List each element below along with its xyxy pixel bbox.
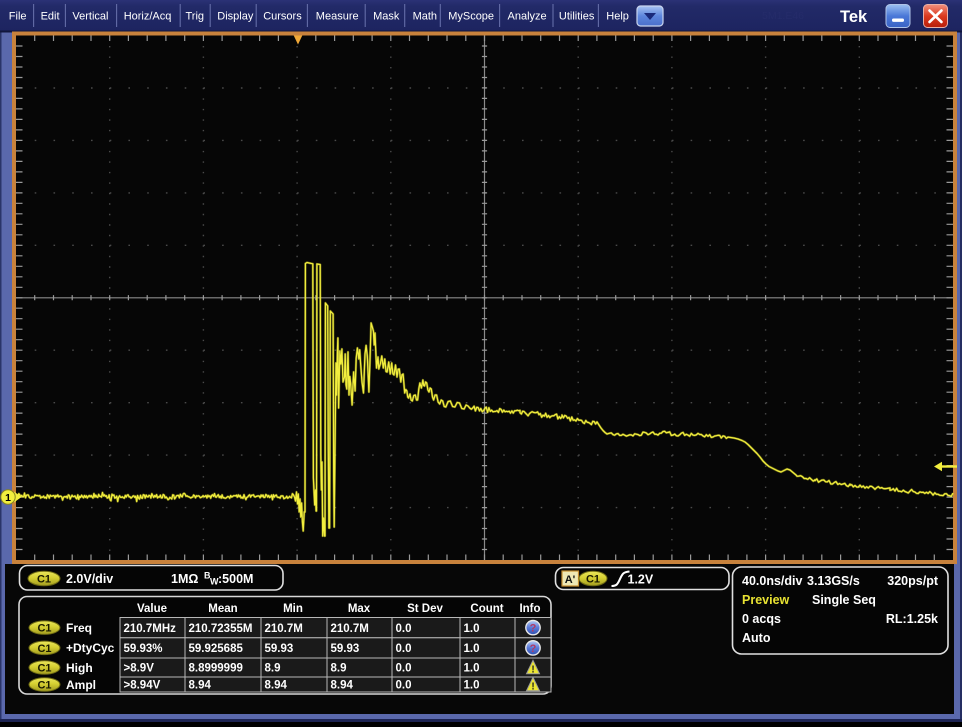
svg-text:Utilities: Utilities (559, 11, 595, 23)
svg-text:Tek: Tek (840, 8, 868, 26)
svg-text:Auto: Auto (742, 631, 771, 645)
svg-text:59.93%: 59.93% (124, 643, 163, 655)
svg-text:Single Seq: Single Seq (812, 593, 876, 607)
svg-text:File: File (9, 11, 27, 23)
svg-text:0.0: 0.0 (396, 623, 412, 635)
svg-text:5M1.E46: 5M1.E46 (762, 10, 804, 22)
svg-text:?: ? (530, 623, 537, 635)
svg-text:Analyze: Analyze (508, 11, 547, 23)
svg-text:210.7MHz: 210.7MHz (124, 623, 177, 635)
svg-text:Info: Info (519, 603, 540, 615)
svg-text:!: ! (531, 681, 534, 692)
svg-text:210.72355M: 210.72355M (189, 623, 253, 635)
svg-text:1.0: 1.0 (464, 643, 480, 655)
svg-text:2.0V/div: 2.0V/div (66, 572, 113, 586)
svg-text:0.0: 0.0 (396, 663, 412, 675)
svg-text:High: High (66, 661, 93, 675)
svg-text:C1: C1 (37, 573, 51, 585)
svg-text:RL:1.25k: RL:1.25k (886, 612, 938, 626)
svg-text:Max: Max (348, 603, 371, 615)
svg-text:59.93: 59.93 (265, 643, 294, 655)
svg-text:1: 1 (5, 492, 11, 504)
svg-text:8.9: 8.9 (331, 663, 347, 675)
svg-text:Value: Value (137, 603, 167, 615)
svg-text:C1: C1 (37, 662, 51, 674)
svg-text:0.0: 0.0 (396, 643, 412, 655)
svg-text:0.0: 0.0 (396, 680, 412, 692)
svg-text:Freq: Freq (66, 621, 92, 635)
svg-text:1.0: 1.0 (464, 623, 480, 635)
svg-text:8.94: 8.94 (189, 680, 212, 692)
svg-text:Ampl: Ampl (66, 678, 96, 692)
svg-text:C1: C1 (586, 573, 600, 585)
svg-text:Min: Min (283, 603, 303, 615)
svg-text:A': A' (565, 574, 576, 586)
svg-text:1MΩ: 1MΩ (171, 572, 198, 586)
svg-text:Cursors: Cursors (263, 11, 302, 23)
svg-text:59.925685: 59.925685 (189, 643, 244, 655)
svg-text:Edit: Edit (41, 11, 60, 23)
svg-text:Trig: Trig (186, 11, 205, 23)
svg-text:C1: C1 (37, 623, 51, 635)
svg-text:C1: C1 (37, 679, 51, 691)
svg-text:?: ? (530, 643, 537, 655)
svg-text:Math: Math (413, 11, 437, 23)
svg-text:St Dev: St Dev (407, 603, 443, 615)
svg-text:Horiz/Acq: Horiz/Acq (124, 11, 172, 23)
svg-text:1.0: 1.0 (464, 663, 480, 675)
svg-text:210.7M: 210.7M (331, 623, 369, 635)
svg-text:Help: Help (606, 11, 629, 23)
svg-text:210.7M: 210.7M (265, 623, 303, 635)
svg-text:Mean: Mean (208, 603, 237, 615)
svg-text:!: ! (531, 664, 534, 675)
svg-text:Count: Count (470, 603, 503, 615)
svg-text:40.0ns/div: 40.0ns/div (742, 574, 802, 588)
svg-text:+DtyCyc: +DtyCyc (66, 641, 115, 655)
svg-text:Mask: Mask (373, 11, 400, 23)
svg-text:8.9: 8.9 (265, 663, 281, 675)
svg-text:Preview: Preview (742, 593, 790, 607)
svg-text:1.2V: 1.2V (628, 572, 654, 586)
svg-text:8.94: 8.94 (331, 680, 354, 692)
svg-text:Display: Display (217, 11, 254, 23)
svg-text:0 acqs: 0 acqs (742, 612, 781, 626)
svg-text:C1: C1 (37, 643, 51, 655)
svg-text:59.93: 59.93 (331, 643, 360, 655)
svg-text:>8.9V: >8.9V (124, 663, 155, 675)
svg-text:MyScope: MyScope (448, 11, 494, 23)
svg-text:8.8999999: 8.8999999 (189, 663, 243, 675)
svg-text:1.0: 1.0 (464, 680, 480, 692)
svg-text:8.94: 8.94 (265, 680, 288, 692)
svg-text:3.13GS/s: 3.13GS/s (807, 574, 860, 588)
svg-text::500M: :500M (218, 572, 253, 586)
svg-text:Vertical: Vertical (72, 11, 108, 23)
svg-text:320ps/pt: 320ps/pt (887, 574, 939, 588)
svg-text:>8.94V: >8.94V (124, 680, 161, 692)
svg-text:Measure: Measure (316, 11, 359, 23)
